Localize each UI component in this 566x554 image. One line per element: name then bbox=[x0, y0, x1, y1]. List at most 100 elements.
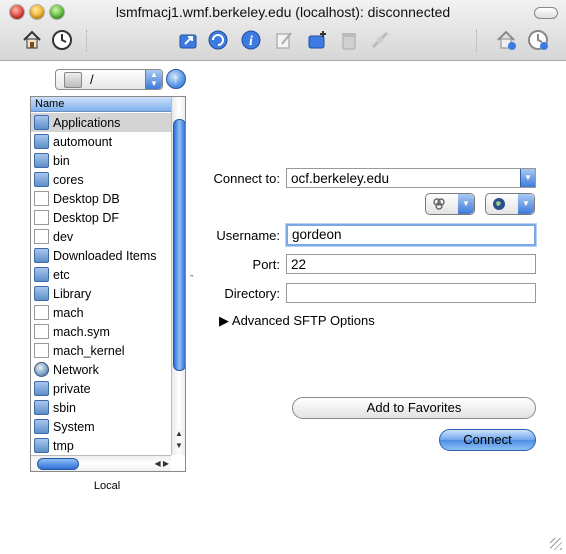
document-icon bbox=[34, 210, 49, 225]
file-name: mach bbox=[53, 305, 84, 320]
file-name: Desktop DF bbox=[53, 210, 119, 225]
file-name: Library bbox=[53, 286, 92, 301]
path-value: / bbox=[90, 72, 94, 87]
refresh-icon[interactable] bbox=[206, 28, 230, 52]
local-pane-label: Local bbox=[93, 480, 121, 492]
sftp-window: lsmfmacj1.wmf.berkeley.edu (localhost): … bbox=[0, 0, 566, 554]
column-header-name[interactable]: Name bbox=[31, 97, 174, 112]
file-row[interactable]: Applications bbox=[31, 113, 171, 132]
folder-icon bbox=[34, 267, 49, 282]
file-row[interactable]: dev bbox=[31, 227, 171, 246]
home-icon[interactable] bbox=[494, 28, 518, 52]
vertical-scrollbar[interactable]: ▲ ▼ bbox=[171, 97, 185, 455]
vertical-scroll-thumb[interactable] bbox=[173, 119, 185, 371]
svg-text:i: i bbox=[249, 34, 253, 49]
chevron-down-icon[interactable]: ▼ bbox=[520, 169, 535, 187]
file-row[interactable]: sbin bbox=[31, 398, 171, 417]
file-row[interactable]: mach.sym bbox=[31, 322, 171, 341]
file-row[interactable]: mach bbox=[31, 303, 171, 322]
disconnect-icon[interactable] bbox=[368, 28, 392, 52]
edit-icon[interactable] bbox=[272, 28, 296, 52]
file-name: Desktop DB bbox=[53, 191, 120, 206]
file-name: mach_kernel bbox=[53, 343, 125, 358]
folder-icon bbox=[34, 400, 49, 415]
chevron-down-icon: ▼ bbox=[518, 194, 534, 214]
file-name: sbin bbox=[53, 400, 76, 415]
toolbar-toggle-button[interactable] bbox=[534, 7, 558, 19]
scroll-down-arrow[interactable]: ▼ bbox=[172, 441, 185, 454]
history-clock-icon[interactable] bbox=[526, 28, 550, 52]
file-row[interactable]: Desktop DF bbox=[31, 208, 171, 227]
add-to-favorites-button[interactable]: Add to Favorites bbox=[292, 397, 536, 419]
trash-icon[interactable] bbox=[337, 28, 361, 52]
document-icon bbox=[34, 324, 49, 339]
disk-icon bbox=[64, 71, 82, 88]
globe-icon bbox=[34, 362, 49, 377]
file-row[interactable]: Desktop DB bbox=[31, 189, 171, 208]
horizontal-scroll-thumb[interactable] bbox=[37, 458, 79, 470]
file-row[interactable]: System bbox=[31, 417, 171, 436]
file-row[interactable]: Network bbox=[31, 360, 171, 379]
open-folder-icon[interactable] bbox=[176, 28, 200, 52]
horizontal-scrollbar[interactable]: ◀ ▶ bbox=[31, 455, 171, 471]
directory-field[interactable] bbox=[286, 283, 536, 303]
path-popup[interactable]: / ▲ ▼ bbox=[55, 69, 163, 90]
network-popup[interactable]: ▼ bbox=[485, 193, 535, 215]
username-label: Username: bbox=[216, 228, 280, 243]
connect-button[interactable]: Connect bbox=[439, 429, 536, 451]
file-name: Applications bbox=[53, 115, 121, 130]
username-field[interactable]: gordeon bbox=[286, 224, 536, 246]
file-row[interactable]: etc bbox=[31, 265, 171, 284]
file-name: etc bbox=[53, 267, 70, 282]
toolbar-separator bbox=[86, 30, 88, 52]
new-folder-icon[interactable] bbox=[305, 28, 329, 52]
file-name: cores bbox=[53, 172, 84, 187]
disclosure-triangle-icon: ▶ bbox=[219, 313, 229, 328]
file-row[interactable]: private bbox=[31, 379, 171, 398]
file-name: automount bbox=[53, 134, 113, 149]
info-icon[interactable]: i bbox=[239, 28, 263, 52]
chevron-up-down-icon: ▲ ▼ bbox=[145, 70, 162, 89]
file-row[interactable]: bin bbox=[31, 151, 171, 170]
file-row[interactable]: cores bbox=[31, 170, 171, 189]
connect-to-value: ocf.berkeley.edu bbox=[291, 171, 390, 186]
file-name: Network bbox=[53, 362, 99, 377]
file-name: System bbox=[53, 419, 95, 434]
document-icon bbox=[34, 191, 49, 206]
document-icon bbox=[34, 305, 49, 320]
file-name: bin bbox=[53, 153, 70, 168]
folder-icon bbox=[34, 134, 49, 149]
folder-icon bbox=[34, 419, 49, 434]
file-name: Downloaded Items bbox=[53, 248, 157, 263]
document-icon bbox=[34, 343, 49, 358]
folder-icon bbox=[34, 248, 49, 263]
chevron-down-icon: ▼ bbox=[458, 194, 474, 214]
file-name: private bbox=[53, 381, 91, 396]
pane-splitter-handle[interactable]: ˆ bbox=[190, 274, 194, 286]
folder-icon bbox=[34, 172, 49, 187]
file-row[interactable]: Downloaded Items bbox=[31, 246, 171, 265]
file-row[interactable]: mach_kernel bbox=[31, 341, 171, 360]
globe-icon bbox=[493, 198, 505, 210]
port-field[interactable]: 22 bbox=[286, 254, 536, 274]
file-name: mach.sym bbox=[53, 324, 110, 339]
folder-icon bbox=[34, 438, 49, 453]
connect-to-label: Connect to: bbox=[213, 171, 281, 186]
bonjour-popup[interactable]: ▼ bbox=[425, 193, 475, 215]
history-clock-icon[interactable] bbox=[50, 28, 74, 52]
parent-directory-button[interactable]: ↑ bbox=[166, 69, 186, 89]
bonjour-icon bbox=[433, 198, 445, 210]
folder-icon bbox=[34, 286, 49, 301]
file-row[interactable]: automount bbox=[31, 132, 171, 151]
connect-to-combo[interactable]: ocf.berkeley.edu ▼ bbox=[286, 168, 536, 188]
local-file-list[interactable]: Name Applications automount bin cores Deskto… bbox=[30, 96, 186, 472]
resize-grip[interactable] bbox=[550, 538, 562, 550]
home-icon[interactable] bbox=[20, 28, 44, 52]
advanced-options-disclosure[interactable]: ▶ Advanced SFTP Options bbox=[219, 313, 375, 329]
file-row[interactable]: Library bbox=[31, 284, 171, 303]
port-label: Port: bbox=[252, 257, 280, 272]
file-row[interactable]: tmp bbox=[31, 436, 171, 455]
horizontal-scroll-arrows[interactable]: ◀ ▶ bbox=[154, 456, 169, 471]
file-rows: Applications automount bin cores Desktop DB D… bbox=[31, 113, 171, 455]
file-name: tmp bbox=[53, 438, 74, 453]
